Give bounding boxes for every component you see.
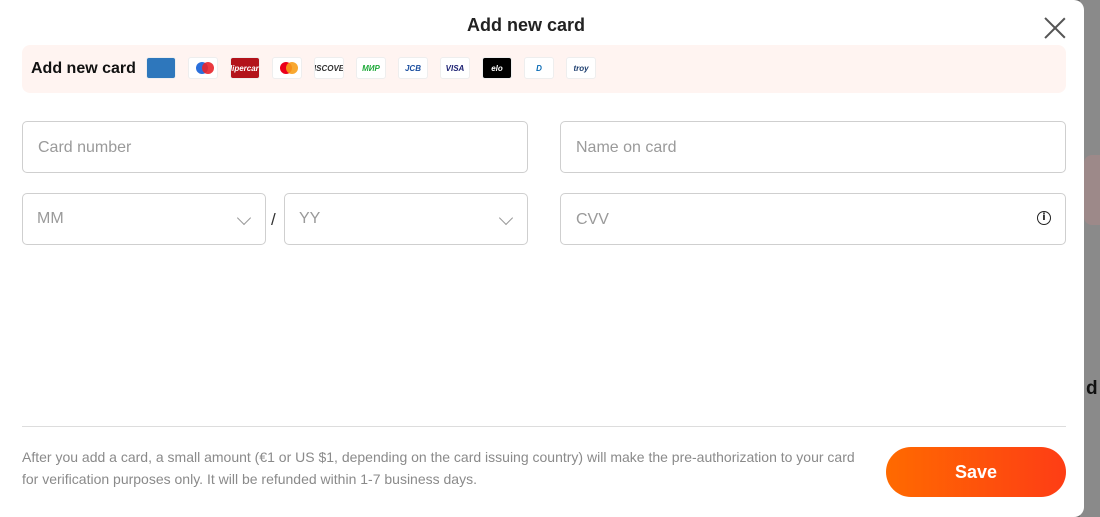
month-select-value: MM bbox=[37, 210, 64, 227]
save-button[interactable]: Save bbox=[886, 447, 1066, 497]
cvv-field[interactable]: i bbox=[560, 193, 1066, 246]
mir-logo: МИР bbox=[356, 57, 386, 79]
card-brand-logos: Hipercard DISCOVER МИР JCB VISA elo Dtroy bbox=[146, 57, 596, 79]
pre-authorization-notice: After you add a card, a small amount (€1… bbox=[22, 449, 855, 487]
year-select-value: YY bbox=[299, 210, 321, 227]
visa-logo: VISA bbox=[440, 57, 470, 79]
card-number-field[interactable] bbox=[22, 121, 528, 174]
year-select[interactable]: YY bbox=[284, 193, 528, 245]
elo-logo: elo bbox=[482, 57, 512, 79]
backdrop-element bbox=[1084, 155, 1100, 225]
chevron-down-icon bbox=[236, 210, 252, 226]
amex-logo bbox=[146, 57, 176, 79]
name-on-card-input[interactable] bbox=[574, 122, 1052, 174]
close-icon[interactable] bbox=[1044, 17, 1066, 39]
add-card-dialog: Add new card Add new card Hipercard DISCO… bbox=[0, 0, 1084, 517]
cvv-input[interactable] bbox=[574, 194, 1052, 246]
mastercard-logo bbox=[272, 57, 302, 79]
diners-logo: D bbox=[524, 57, 554, 79]
date-separator: / bbox=[271, 210, 276, 229]
accepted-cards-label: Add new card bbox=[31, 60, 136, 77]
hipercard-logo: Hipercard bbox=[230, 57, 260, 79]
name-on-card-field[interactable] bbox=[560, 121, 1066, 174]
info-icon[interactable]: i bbox=[1037, 211, 1051, 225]
footer-divider bbox=[22, 426, 1066, 427]
maestro-logo bbox=[188, 57, 218, 79]
jcb-logo: JCB bbox=[398, 57, 428, 79]
dialog-title: Add new card bbox=[466, 15, 586, 35]
troy-logo: troy bbox=[566, 57, 596, 79]
discover-logo: DISCOVER bbox=[314, 57, 344, 79]
chevron-down-icon bbox=[498, 210, 514, 226]
month-select[interactable]: MM bbox=[22, 193, 266, 245]
card-number-input[interactable] bbox=[36, 122, 514, 174]
backdrop-text: d bbox=[1086, 378, 1098, 399]
accepted-cards-bar: Add new card Hipercard DISCOVER МИР JCB VISA… bbox=[22, 45, 1066, 93]
